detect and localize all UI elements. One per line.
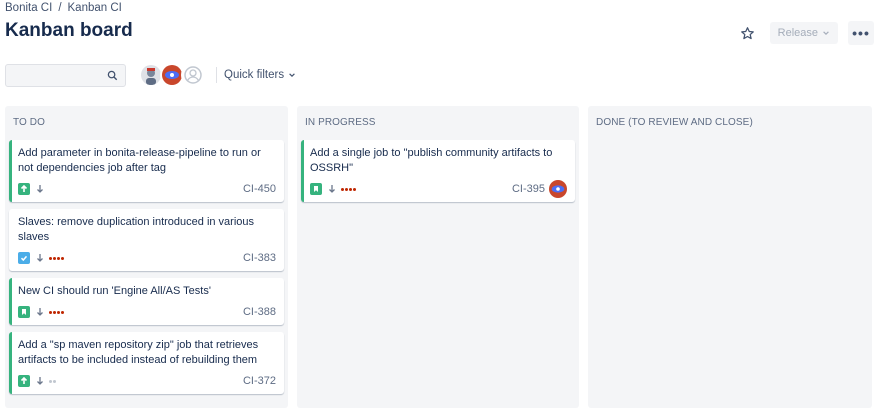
task-icon (18, 252, 30, 264)
breadcrumb-separator: / (58, 2, 62, 14)
column-done: Done (to review and close) (588, 106, 872, 408)
column-to-do: To Do Add parameter in bonita-release-pi… (5, 106, 288, 408)
issue-card[interactable]: Add parameter in bonita-release-pipeline… (9, 140, 284, 202)
star-button[interactable] (736, 21, 760, 45)
low-priority-icon (36, 184, 44, 194)
issue-key[interactable]: CI-388 (243, 306, 276, 318)
card-footer: CI-388 (18, 305, 276, 319)
card-footer: CI-372 (18, 374, 276, 388)
chevron-down-icon (289, 73, 295, 78)
issue-card[interactable]: Slaves: remove duplication introduced in… (9, 209, 284, 271)
low-priority-icon (36, 307, 44, 317)
toolbar: Quick filters (5, 63, 296, 87)
low-priority-icon (36, 253, 44, 263)
quick-filters-button[interactable]: Quick filters (224, 69, 296, 81)
page-title: Kanban board (5, 20, 133, 41)
column-in-progress: In Progress Add a single job to "publish… (297, 106, 579, 408)
card-summary: Add parameter in bonita-release-pipeline… (18, 147, 261, 174)
card-summary: Add a single job to "publish community a… (310, 147, 553, 174)
issue-card[interactable]: New CI should run 'Engine All/AS Tests' … (9, 278, 284, 325)
search-field (5, 63, 126, 87)
breadcrumb: Bonita CI / Kanban CI (5, 2, 122, 14)
more-actions-button[interactable]: ••• (848, 21, 874, 45)
estimate-dots (49, 379, 56, 383)
issue-key[interactable]: CI-395 (512, 183, 545, 195)
release-button-label: Release (777, 27, 818, 39)
header-actions: Release ••• (736, 21, 874, 45)
card-summary: Add a "sp maven repository zip" job that… (18, 339, 259, 366)
kanban-board: To Do Add parameter in bonita-release-pi… (5, 106, 872, 408)
chevron-down-icon (823, 31, 829, 36)
low-priority-icon (328, 184, 336, 194)
card-footer: CI-395 (310, 180, 567, 198)
estimate-dots (341, 187, 356, 191)
card-summary: New CI should run 'Engine All/AS Tests' (18, 285, 211, 297)
search-icon (107, 70, 118, 80)
low-priority-icon (36, 376, 44, 386)
issue-card[interactable]: Add a "sp maven repository zip" job that… (9, 332, 284, 394)
column-title: Done (to review and close) (596, 117, 753, 128)
card-footer: CI-450 (18, 182, 276, 196)
estimate-dots (49, 256, 64, 260)
card-footer: CI-383 (18, 251, 276, 265)
breadcrumb-board-link[interactable]: Kanban CI (68, 2, 122, 14)
column-title: To Do (13, 117, 45, 128)
column-title: In Progress (305, 117, 376, 128)
issue-key[interactable]: CI-372 (243, 375, 276, 387)
assignee-avatars (139, 63, 205, 87)
avatar-user-3[interactable] (181, 63, 205, 87)
story-icon (18, 306, 30, 318)
improvement-icon (18, 375, 30, 387)
issue-key[interactable]: CI-450 (243, 183, 276, 195)
quick-filters-label: Quick filters (224, 69, 285, 81)
star-icon (741, 26, 755, 39)
release-button[interactable]: Release (769, 22, 838, 44)
issue-key[interactable]: CI-383 (243, 252, 276, 264)
breadcrumb-project-link[interactable]: Bonita CI (5, 2, 52, 14)
card-summary: Slaves: remove duplication introduced in… (18, 216, 255, 243)
issue-card[interactable]: Add a single job to "publish community a… (301, 140, 575, 202)
story-icon (310, 183, 322, 195)
estimate-dots (49, 310, 64, 314)
assignee-avatar[interactable] (549, 180, 567, 198)
more-icon: ••• (852, 25, 870, 41)
toolbar-divider (216, 67, 217, 83)
improvement-icon (18, 183, 30, 195)
